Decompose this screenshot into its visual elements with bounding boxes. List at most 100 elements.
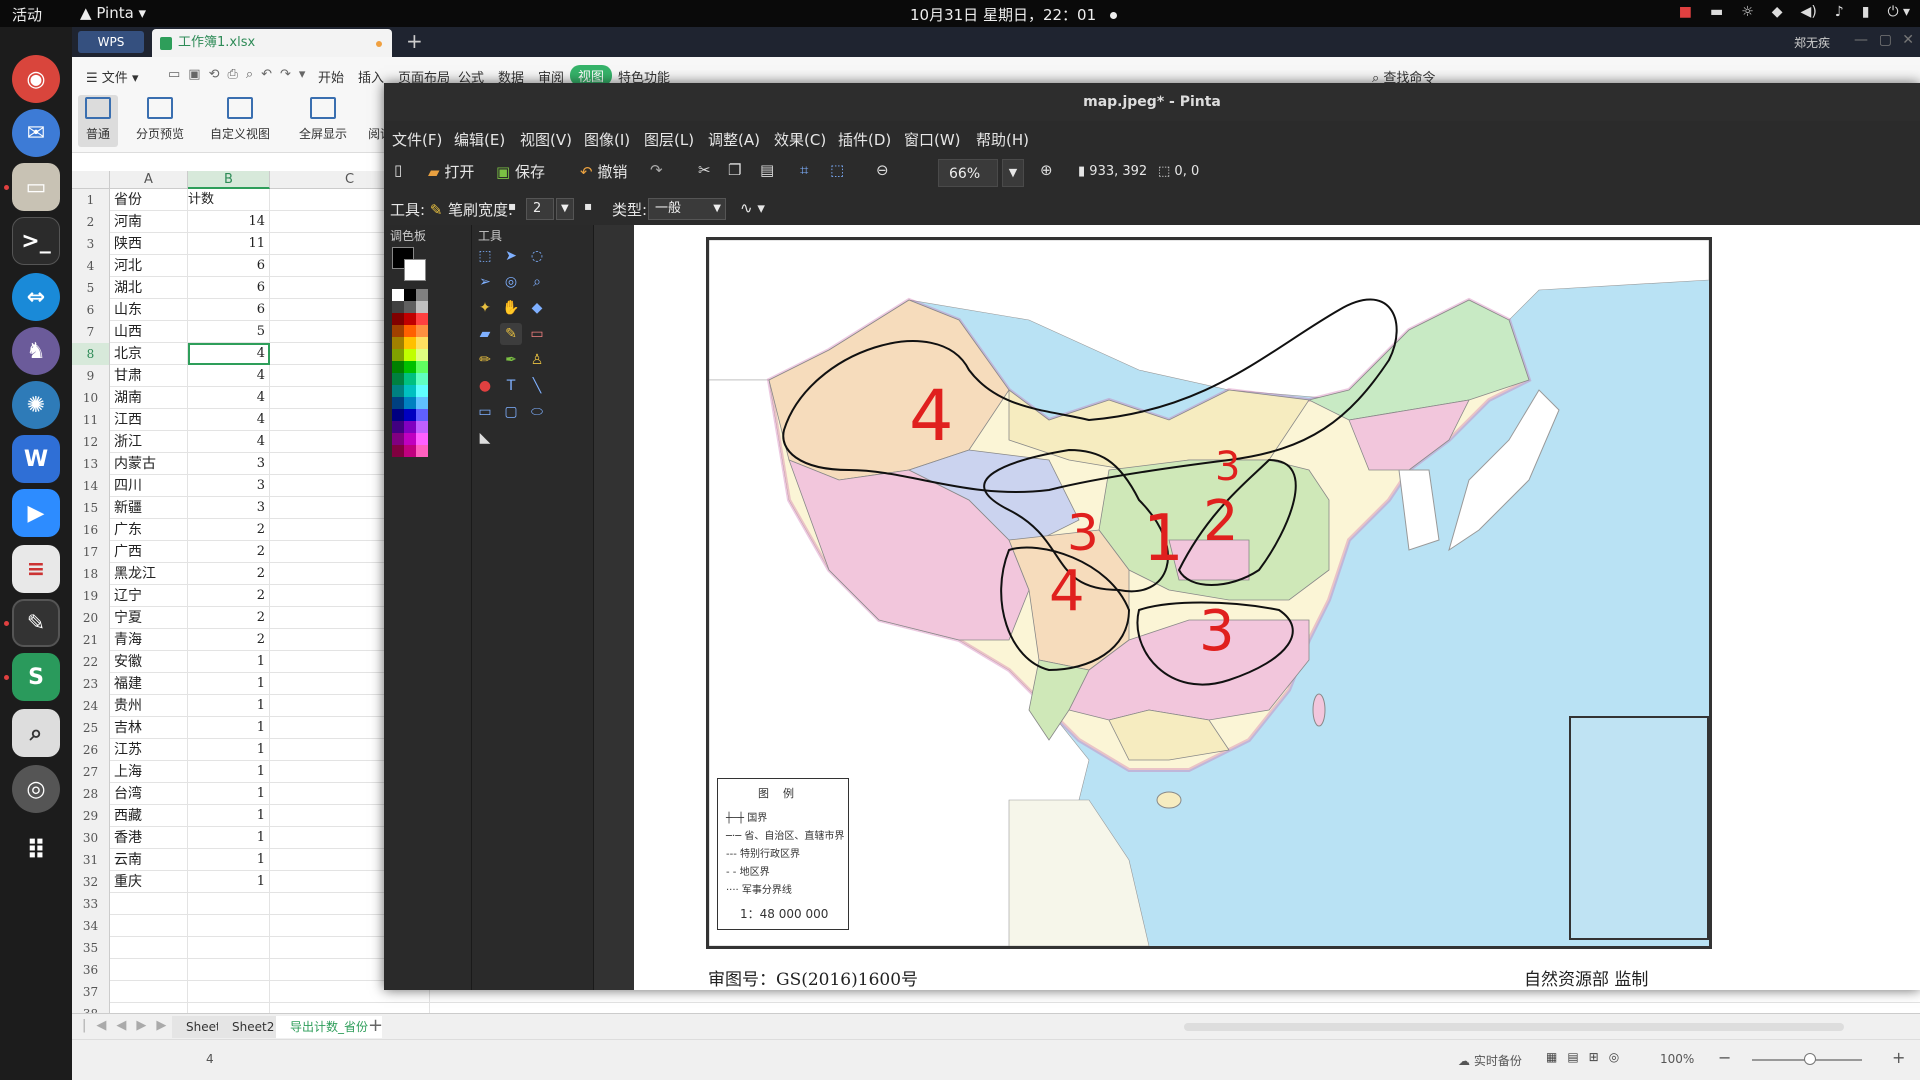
color-swatch[interactable] — [404, 409, 416, 421]
row-number[interactable]: 18 — [72, 563, 110, 585]
cell-b[interactable]: 1 — [188, 695, 270, 717]
row-number[interactable]: 5 — [72, 277, 110, 299]
cell-b[interactable]: 11 — [188, 233, 270, 255]
cell-b[interactable]: 1 — [188, 717, 270, 739]
wps-spreadsheet-icon[interactable]: S — [12, 653, 60, 701]
paint-bucket-icon[interactable]: ◆ — [526, 297, 548, 319]
pinta-menu-help[interactable]: 帮助(H) — [976, 129, 1029, 150]
row-number[interactable]: 11 — [72, 409, 110, 431]
cell-b[interactable]: 1 — [188, 827, 270, 849]
row-number[interactable]: 34 — [72, 915, 110, 937]
zoom-in-pinta-icon[interactable]: ⊕ — [1040, 161, 1053, 179]
color-swatch[interactable] — [392, 337, 404, 349]
cell-a[interactable]: 福建 — [110, 673, 188, 695]
ellipse-icon[interactable]: ⬭ — [526, 401, 548, 423]
cell-b[interactable]: 1 — [188, 761, 270, 783]
cell-b[interactable]: 3 — [188, 497, 270, 519]
color-swatch[interactable] — [404, 325, 416, 337]
teamviewer-icon[interactable]: ⇔ — [12, 273, 60, 321]
quick-access-icons[interactable]: ▭▣⟲⎙⌕↶↷▾ — [168, 67, 313, 82]
pinta-menu-view[interactable]: 视图(V) — [520, 129, 572, 150]
cell-b[interactable]: 1 — [188, 871, 270, 893]
cell-b[interactable]: 3 — [188, 453, 270, 475]
cell-a[interactable]: 广东 — [110, 519, 188, 541]
record-icon[interactable]: ■ — [1679, 4, 1692, 20]
cell-a[interactable]: 山东 — [110, 299, 188, 321]
cell-b[interactable]: 14 — [188, 211, 270, 233]
color-swatch[interactable] — [416, 301, 428, 313]
cell-a[interactable]: 北京 — [110, 343, 188, 365]
cell-b[interactable]: 2 — [188, 519, 270, 541]
zoom-out-icon[interactable]: − — [1718, 1048, 1731, 1067]
zoom-combo[interactable]: 66% — [938, 159, 998, 187]
cell-a[interactable]: 陕西 — [110, 233, 188, 255]
cell-a[interactable]: 省份 — [110, 189, 188, 211]
cell-b[interactable]: 1 — [188, 783, 270, 805]
pinta-menu-effects[interactable]: 效果(C) — [774, 129, 826, 150]
cell-b[interactable]: 1 — [188, 849, 270, 871]
color-swatch[interactable] — [416, 325, 428, 337]
disk-icon[interactable]: ◎ — [12, 765, 60, 813]
brightness-icon[interactable]: ☼ — [1741, 4, 1754, 20]
cell-a[interactable]: 广西 — [110, 541, 188, 563]
zoom-tool-icon[interactable]: ⌕ — [526, 271, 548, 293]
cell-b[interactable]: 2 — [188, 541, 270, 563]
terminal-icon[interactable]: >_ — [12, 217, 60, 265]
cell-a[interactable]: 江苏 — [110, 739, 188, 761]
cell-a[interactable]: 浙江 — [110, 431, 188, 453]
cell-a[interactable] — [110, 937, 188, 959]
cell-a[interactable]: 四川 — [110, 475, 188, 497]
cell-a[interactable]: 黑龙江 — [110, 563, 188, 585]
color-swatch[interactable] — [404, 433, 416, 445]
color-swatch[interactable] — [392, 433, 404, 445]
cell-b[interactable] — [188, 915, 270, 937]
cell-a[interactable]: 云南 — [110, 849, 188, 871]
row-number[interactable]: 12 — [72, 431, 110, 453]
shutter-icon[interactable]: ✺ — [12, 381, 60, 429]
row-number[interactable]: 20 — [72, 607, 110, 629]
cell-a[interactable]: 新疆 — [110, 497, 188, 519]
menu-insert[interactable]: 插入 — [358, 67, 384, 86]
cell-b[interactable]: 2 — [188, 607, 270, 629]
row-number[interactable]: 36 — [72, 959, 110, 981]
cut-icon[interactable]: ✂ — [698, 161, 711, 179]
cell-b[interactable]: 4 — [188, 387, 270, 409]
horizontal-scrollbar[interactable] — [1184, 1023, 1844, 1031]
paste-icon[interactable]: ▤ — [760, 161, 774, 179]
freeform-shape-icon[interactable]: ◣ — [474, 427, 496, 449]
color-swatch[interactable] — [416, 409, 428, 421]
color-swatch[interactable] — [416, 385, 428, 397]
cell-a[interactable]: 宁夏 — [110, 607, 188, 629]
color-swatch[interactable] — [416, 349, 428, 361]
cell-a[interactable]: 内蒙古 — [110, 453, 188, 475]
cell-a[interactable]: 甘肃 — [110, 365, 188, 387]
clock[interactable]: 10月31日 星期日，22：01 — [910, 4, 1118, 25]
cell-b[interactable] — [188, 893, 270, 915]
row-number[interactable]: 2 — [72, 211, 110, 233]
pinta-menu-adjust[interactable]: 调整(A) — [708, 129, 760, 150]
cell-a[interactable] — [110, 915, 188, 937]
minimize-icon[interactable]: — — [1854, 32, 1868, 48]
pan-icon[interactable]: ✋ — [500, 297, 522, 319]
maximize-icon[interactable]: ▢ — [1879, 32, 1892, 48]
menu-file[interactable]: ☰ 文件 ▾ — [86, 67, 138, 86]
activities-button[interactable]: 活动 — [12, 4, 42, 25]
color-swatch[interactable] — [416, 445, 428, 457]
close-icon[interactable]: ✕ — [1902, 32, 1914, 48]
antialias-icon[interactable]: ∿ ▾ — [740, 199, 765, 217]
sheet-tab-3[interactable]: 导出计数_省份 — [276, 1016, 383, 1038]
new-file-icon[interactable]: ▯ — [394, 161, 402, 179]
cell-b[interactable]: 2 — [188, 585, 270, 607]
rounded-rect-icon[interactable]: ▢ — [500, 401, 522, 423]
brush-width-input[interactable]: 2 — [526, 198, 554, 220]
cell-b[interactable]: 6 — [188, 277, 270, 299]
secondary-color-swatch[interactable] — [404, 259, 426, 281]
col-header-a[interactable]: A — [110, 171, 188, 189]
menu-start[interactable]: 开始 — [318, 67, 344, 86]
cell-b[interactable]: 4 — [188, 343, 270, 365]
brush-type-select[interactable]: 一般 ▼ — [648, 198, 726, 220]
cell-a[interactable]: 青海 — [110, 629, 188, 651]
cell-a[interactable]: 安徽 — [110, 651, 188, 673]
fullscreen-button[interactable]: 全屏显示 — [288, 95, 358, 147]
color-swatch[interactable] — [392, 397, 404, 409]
